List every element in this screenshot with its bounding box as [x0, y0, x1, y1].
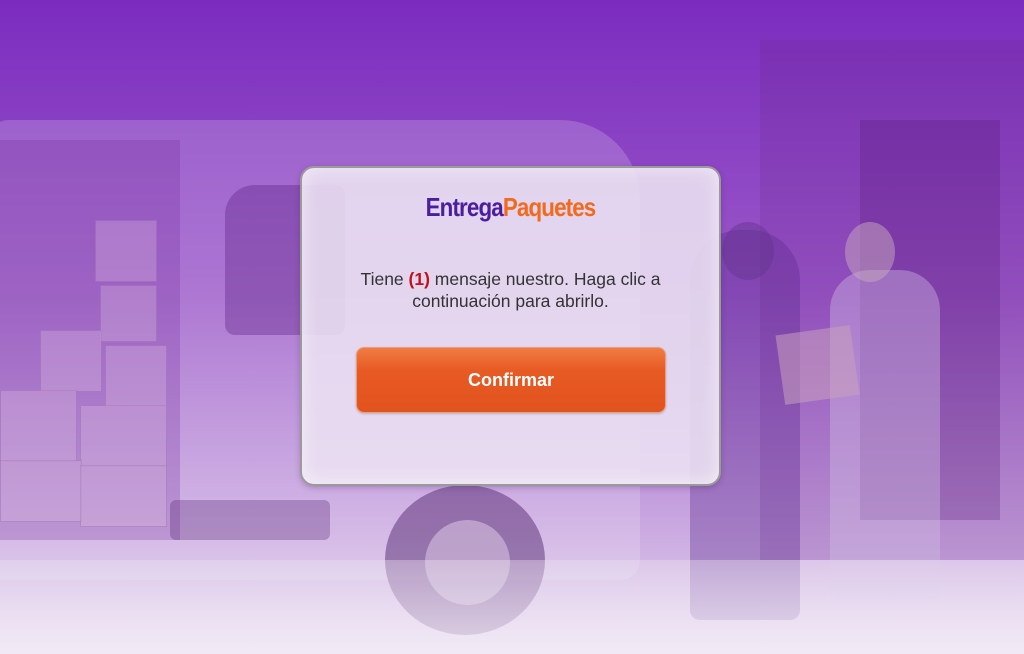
courier-head: [722, 222, 774, 280]
message-dialog: EntregaPaquetes Tiene (1) mensaje nuestr…: [300, 166, 721, 486]
cargo-box: [80, 465, 167, 527]
cargo-box: [95, 220, 157, 282]
van-bumper: [170, 500, 330, 540]
dialog-message: Tiene (1) mensaje nuestro. Haga clic a c…: [332, 268, 689, 312]
ground: [0, 560, 1024, 654]
message-count: (1): [408, 269, 430, 289]
page: EntregaPaquetes Tiene (1) mensaje nuestr…: [0, 0, 1024, 654]
customer-head: [845, 222, 895, 282]
customer-figure: [830, 270, 940, 600]
cargo-box: [80, 405, 167, 467]
brand-logo-part2: Paquetes: [502, 192, 596, 222]
parcel: [775, 325, 860, 405]
message-text-after: mensaje nuestro. Haga clic a continuació…: [412, 269, 661, 311]
brand-logo-part1: Entrega: [425, 192, 504, 222]
confirm-button[interactable]: Confirmar: [356, 347, 666, 413]
cargo-box: [105, 345, 167, 407]
cargo-box: [40, 330, 102, 392]
cargo-box: [0, 390, 77, 462]
message-text-before: Tiene: [360, 269, 409, 289]
cargo-box: [100, 285, 157, 342]
cargo-box: [0, 460, 82, 522]
brand-logo: EntregaPaquetes: [331, 192, 690, 223]
